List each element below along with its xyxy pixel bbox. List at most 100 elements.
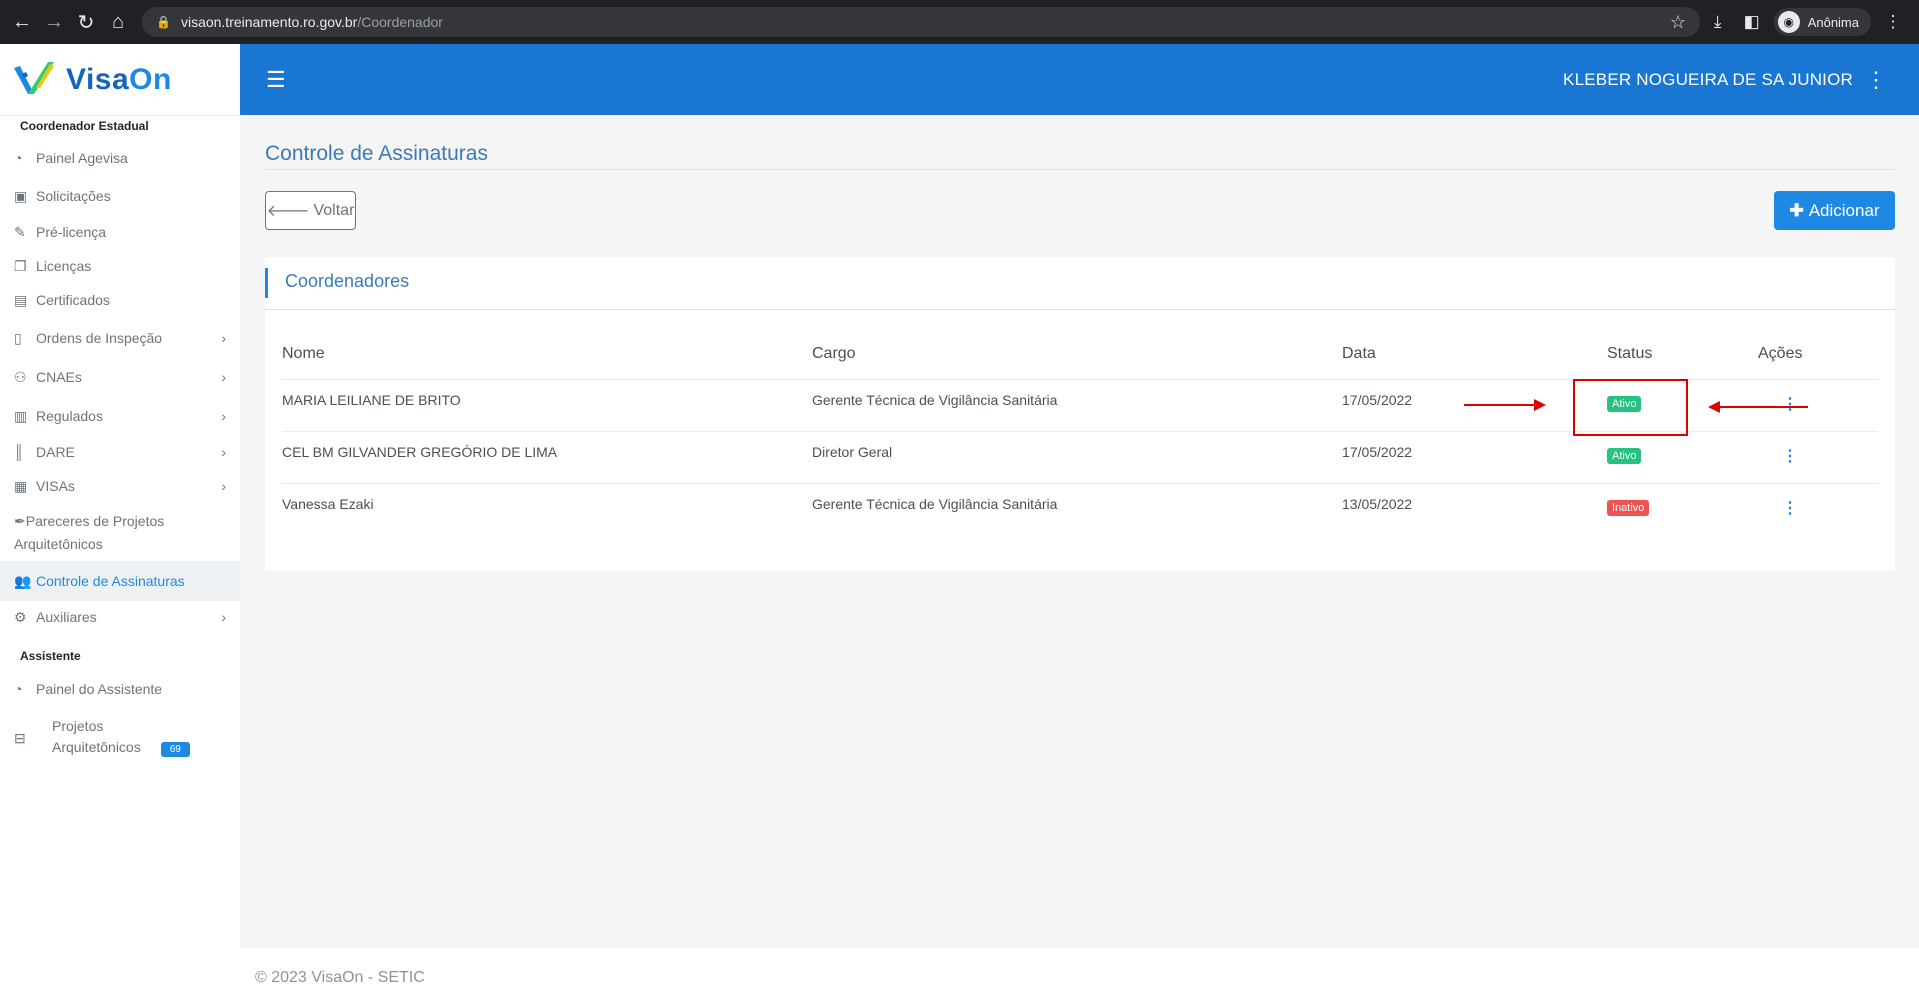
visaon-logo-icon: [14, 61, 54, 94]
dashboard-icon: ◔: [14, 681, 23, 697]
sidebar-item-label: VISAs: [36, 478, 75, 494]
url-domain: visaon.treinamento.ro.gov.br: [180, 14, 358, 30]
column-header-status: Status: [1607, 345, 1653, 362]
sidebar-item-auxiliares[interactable]: ⚙ Auxiliares ›: [0, 597, 240, 637]
cell-nome: CEL BM GILVANDER GREGÓRIO DE LIMA: [282, 444, 558, 460]
user-name[interactable]: KLEBER NOGUEIRA DE SA JUNIOR: [1563, 70, 1853, 90]
row-actions-kebab-icon[interactable]: ⋮: [1782, 446, 1798, 466]
sidebar-item-regulados[interactable]: ▥ Regulados ›: [0, 396, 240, 436]
back-button-label: Voltar: [313, 201, 355, 219]
profile-button[interactable]: ◉ Anônima: [1773, 8, 1871, 36]
kebab-menu-icon[interactable]: ⋮: [1865, 67, 1887, 93]
table-row: CEL BM GILVANDER GREGÓRIO DE LIMA Direto…: [282, 431, 1878, 483]
app-logo[interactable]: VisaOn: [0, 44, 240, 116]
edit-icon: ✎: [14, 223, 26, 240]
app-name-part2: On: [129, 62, 172, 96]
sidebar-item-label: Regulados: [36, 408, 103, 424]
document-icon: ▤: [14, 291, 28, 308]
hamburger-menu-icon[interactable]: ☰: [266, 67, 306, 93]
back-arrow-icon[interactable]: ←: [6, 6, 38, 38]
reload-icon[interactable]: ↻: [70, 6, 102, 38]
divider: [265, 169, 1895, 170]
sidebar-item-label: Controle de Assinaturas: [36, 573, 185, 589]
sidebar-item-label-line2: Arquitetônicos: [14, 536, 103, 552]
cell-cargo: Gerente Técnica de Vigilância Sanitária: [812, 496, 1058, 512]
sidebar-item-label-line2: Arquitetônicos 69: [52, 737, 190, 760]
sitemap-icon: ⚇: [14, 368, 27, 385]
back-button[interactable]: 🡐 Voltar: [265, 191, 356, 230]
app-name-part1: Visa: [66, 62, 130, 96]
dashboard-icon: ◔: [14, 150, 23, 166]
sidebar-item-label: CNAEs: [36, 369, 82, 385]
copy-icon: ❐: [14, 257, 27, 274]
sidebar-item-painel-agevisa[interactable]: ◔ Painel Agevisa: [0, 138, 240, 178]
table-row: Vanessa Ezaki Gerente Técnica de Vigilân…: [282, 483, 1878, 535]
column-header-data: Data: [1342, 345, 1376, 362]
sidebar-item-cnaes[interactable]: ⚇ CNAEs ›: [0, 357, 240, 397]
barcode-icon: ║: [14, 444, 24, 460]
sidebar-item-label: Pré-licença: [36, 224, 107, 240]
building-icon: ▦: [14, 477, 28, 494]
sidebar-item-ordens-inspecao[interactable]: ▯ Ordens de Inspeção ›: [0, 318, 240, 358]
annotation-arrow-left: [1708, 401, 1808, 413]
sidebar-item-certificados[interactable]: ▤ Certificados: [0, 280, 240, 320]
arrow-left-icon: 🡐: [266, 203, 310, 220]
download-icon[interactable]: ⤓: [1706, 12, 1730, 32]
feather-icon: ✒: [14, 513, 26, 529]
sidebar-item-pareceres[interactable]: ✒Pareceres de Projetos Arquitetônicos: [0, 505, 240, 561]
address-bar[interactable]: 🔒 visaon.treinamento.ro.gov.br/Coordenad…: [142, 7, 1700, 37]
sidebar-item-label: Auxiliares: [36, 609, 97, 625]
annotation-arrow-right: [1464, 399, 1546, 411]
add-button[interactable]: ✚ Adicionar: [1774, 191, 1895, 230]
chevron-right-icon: ›: [221, 408, 226, 424]
file-icon: ▯: [14, 329, 22, 346]
cell-data: 13/05/2022: [1342, 496, 1413, 512]
column-header-acoes: Ações: [1758, 345, 1803, 362]
status-badge: Inativo: [1607, 500, 1650, 516]
blueprint-icon: ⊟: [14, 729, 26, 746]
users-icon: 👥: [14, 572, 32, 589]
sidebar-item-projetos-arquitetonicos[interactable]: ⊟ Projetos Arquitetônicos 69: [0, 710, 240, 766]
sidebar-section-assistente: Assistente: [20, 649, 81, 663]
sidebar-item-label: Painel Agevisa: [36, 150, 128, 166]
side-panel-icon[interactable]: ◧: [1740, 12, 1764, 32]
column-header-cargo: Cargo: [812, 345, 856, 362]
page-title: Controle de Assinaturas: [265, 142, 488, 165]
sidebar-item-painel-assistente[interactable]: ◔ Painel do Assistente: [0, 669, 240, 709]
home-icon[interactable]: ⌂: [102, 6, 134, 38]
footer-text: © 2023 VisaOn - SETIC: [255, 969, 425, 986]
sidebar-item-label: Certificados: [36, 292, 110, 308]
chevron-right-icon: ›: [221, 609, 226, 625]
forward-arrow-icon[interactable]: →: [38, 6, 70, 38]
browser-toolbar: ← → ↻ ⌂ 🔒 visaon.treinamento.ro.gov.br/C…: [0, 0, 1919, 44]
plus-icon: ✚: [1789, 200, 1804, 220]
sidebar-item-label: Pareceres de Projetos: [25, 513, 165, 529]
cell-nome: Vanessa Ezaki: [282, 496, 374, 512]
sidebar-section-coordenador: Coordenador Estadual: [20, 119, 149, 133]
file-list-icon: ▥: [14, 407, 28, 424]
gears-icon: ⚙: [14, 608, 27, 625]
sidebar-item-solicitacoes[interactable]: ▣ Solicitações: [0, 176, 240, 216]
chevron-right-icon: ›: [221, 330, 226, 346]
chevron-right-icon: ›: [221, 369, 226, 385]
sidebar-item-label: Painel do Assistente: [36, 681, 163, 697]
bookmark-star-icon[interactable]: ☆: [1670, 12, 1686, 33]
add-button-label: Adicionar: [1808, 200, 1880, 220]
annotation-highlight-box: [1573, 379, 1688, 436]
sidebar-item-visas[interactable]: ▦ VISAs ›: [0, 466, 240, 506]
chevron-right-icon: ›: [221, 478, 226, 494]
app-header: ☰ KLEBER NOGUEIRA DE SA JUNIOR ⋮: [240, 44, 1919, 115]
sidebar-item-controle-assinaturas[interactable]: 👥 Controle de Assinaturas: [0, 561, 240, 601]
cell-data: 17/05/2022: [1342, 392, 1413, 408]
sidebar-item-label-block: Projetos Arquitetônicos 69: [52, 716, 190, 760]
browser-menu-icon[interactable]: ⋮: [1881, 12, 1905, 32]
row-actions-kebab-icon[interactable]: ⋮: [1782, 394, 1798, 414]
clipboard-icon: ▣: [14, 187, 28, 204]
row-actions-kebab-icon[interactable]: ⋮: [1782, 498, 1798, 518]
lock-icon: 🔒: [156, 15, 171, 29]
sidebar-item-label-line1: ✒Pareceres de Projetos: [14, 510, 164, 533]
sidebar-item-label: Solicitações: [36, 188, 111, 204]
column-header-nome: Nome: [282, 345, 325, 362]
chevron-right-icon: ›: [221, 444, 226, 460]
sidebar-item-label: Ordens de Inspeção: [36, 330, 163, 346]
